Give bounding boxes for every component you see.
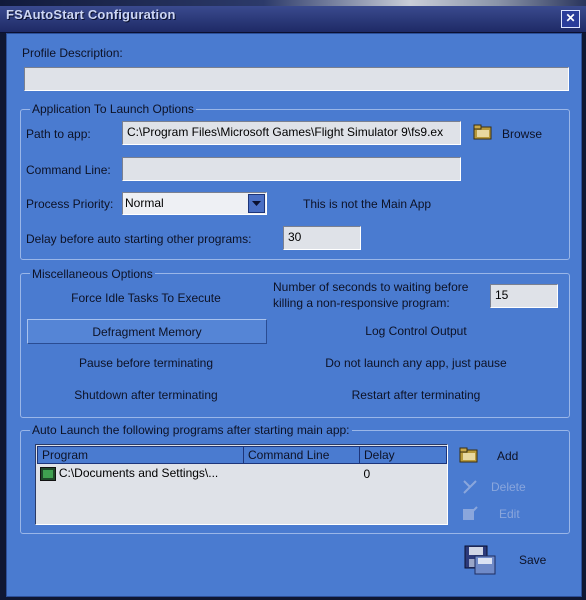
- process-priority-label: Process Priority:: [26, 197, 114, 211]
- force-idle-option[interactable]: Force Idle Tasks To Execute: [27, 286, 265, 310]
- save-label[interactable]: Save: [519, 553, 546, 567]
- path-input[interactable]: C:\Program Files\Microsoft Games\Flight …: [122, 121, 461, 145]
- profile-description-input[interactable]: [24, 67, 569, 91]
- path-label: Path to app:: [26, 127, 91, 141]
- seconds-input[interactable]: 15: [490, 284, 558, 308]
- window-title: FSAutoStart Configuration: [6, 7, 176, 22]
- program-icon: [39, 467, 56, 482]
- column-header-program[interactable]: Program: [37, 446, 244, 464]
- defragment-memory-option[interactable]: Defragment Memory: [27, 319, 267, 344]
- program-list[interactable]: Program Command Line Delay C:\Documents …: [35, 444, 448, 525]
- close-button[interactable]: ✕: [561, 10, 580, 28]
- chevron-down-icon[interactable]: [248, 194, 265, 213]
- add-label[interactable]: Add: [497, 449, 518, 463]
- row-delay: 0: [363, 466, 371, 481]
- row-program: C:\Documents and Settings\...: [58, 466, 219, 481]
- seconds-label-line1: Number of seconds to waiting before: [273, 280, 469, 294]
- browse-button[interactable]: [473, 123, 493, 141]
- save-button[interactable]: [463, 544, 497, 576]
- config-window: Profile Description: Application To Laun…: [6, 33, 582, 597]
- edit-label[interactable]: Edit: [499, 507, 520, 521]
- edit-icon: [463, 506, 478, 520]
- command-line-input[interactable]: [122, 157, 461, 181]
- save-floppy-icon: [464, 545, 496, 575]
- delete-button[interactable]: [461, 478, 479, 496]
- priority-selected-value: Normal: [125, 196, 164, 210]
- table-row[interactable]: C:\Documents and Settings\... 0: [38, 464, 447, 484]
- edit-button[interactable]: [461, 504, 479, 522]
- do-not-launch-option[interactable]: Do not launch any app, just pause: [273, 351, 559, 375]
- shutdown-after-option[interactable]: Shutdown after terminating: [27, 383, 265, 407]
- folder-icon: [473, 124, 492, 140]
- folder-add-icon: [459, 447, 478, 463]
- column-header-command-line[interactable]: Command Line: [243, 446, 360, 464]
- delay-label: Delay before auto starting other program…: [26, 232, 252, 246]
- process-priority-select[interactable]: Normal: [122, 192, 267, 215]
- close-icon: ✕: [565, 11, 576, 25]
- delay-input[interactable]: 30: [283, 226, 361, 250]
- browse-label[interactable]: Browse: [502, 127, 542, 141]
- delete-label[interactable]: Delete: [491, 480, 526, 494]
- app-options-title: Application To Launch Options: [30, 102, 196, 116]
- restart-after-option[interactable]: Restart after terminating: [273, 383, 559, 407]
- seconds-label-line2: killing a non-responsive program:: [273, 296, 450, 310]
- column-header-delay[interactable]: Delay: [359, 446, 447, 464]
- autolaunch-title: Auto Launch the following programs after…: [30, 423, 352, 437]
- row-command-line: [244, 464, 360, 484]
- misc-options-title: Miscellaneous Options: [30, 267, 155, 281]
- log-control-option[interactable]: Log Control Output: [273, 319, 559, 343]
- add-button[interactable]: [459, 446, 479, 464]
- profile-description-label: Profile Description:: [22, 46, 123, 60]
- delete-icon: [463, 480, 477, 494]
- pause-before-option[interactable]: Pause before terminating: [27, 351, 265, 375]
- command-line-label: Command Line:: [26, 163, 111, 177]
- main-app-status[interactable]: This is not the Main App: [303, 197, 431, 211]
